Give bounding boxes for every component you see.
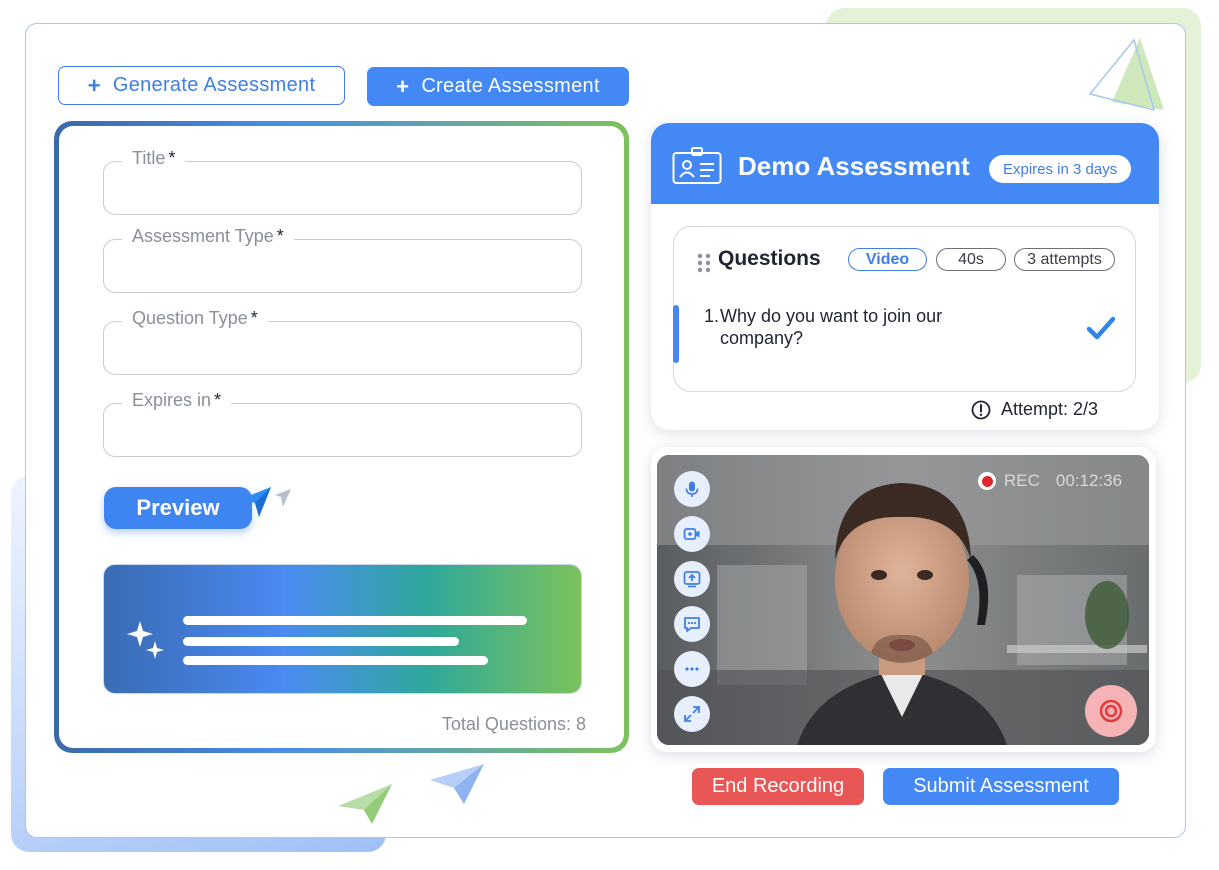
record-button[interactable] [1085, 685, 1137, 737]
paper-plane-icon [430, 764, 484, 804]
generate-assessment-button[interactable]: + Generate Assessment [58, 66, 345, 105]
chat-icon [684, 617, 700, 632]
camera-button[interactable] [674, 516, 710, 552]
placeholder-line [183, 637, 459, 646]
question-text: Why do you want to join our company? [720, 306, 943, 348]
more-icon [685, 667, 699, 671]
sparkle-icon [127, 621, 164, 659]
fullscreen-button[interactable] [674, 696, 710, 732]
share-screen-button[interactable] [674, 561, 710, 597]
video-feed: REC 00:12:36 [657, 455, 1149, 745]
title-field[interactable]: Title * [103, 148, 582, 215]
assessment-form-card: Title * Assessment Type * Question Type * E… [54, 121, 629, 753]
expires-badge: Expires in 3 days [989, 155, 1132, 183]
attempt-text: Attempt: 2/3 [1001, 399, 1099, 419]
expand-icon [684, 706, 700, 722]
duration-badge: 40s [936, 248, 1006, 271]
assessment-header: Demo Assessment Expires in 3 days [651, 123, 1159, 204]
create-assessment-button[interactable]: + Create Assessment [367, 67, 629, 106]
assessment-card: Demo Assessment Expires in 3 days Questi… [651, 123, 1159, 430]
mic-icon [685, 481, 699, 497]
plus-icon: + [87, 72, 101, 98]
active-question-indicator [673, 305, 679, 363]
paper-plane-icon [338, 784, 392, 824]
attempt-counter: Attempt: 2/3 [971, 399, 1098, 420]
plus-icon: + [396, 73, 410, 99]
ai-generate-banner[interactable] [103, 564, 582, 694]
camera-icon [683, 528, 700, 540]
placeholder-line [183, 616, 527, 625]
rec-timer: 00:12:36 [1055, 471, 1123, 490]
rec-label: REC [1004, 471, 1040, 490]
question-type-badge: Video [848, 248, 927, 271]
assessment-type-field-label: Assessment Type * [122, 226, 294, 247]
expires-in-field[interactable]: Expires in * [103, 390, 582, 457]
recording-indicator: REC 00:12:36 [978, 471, 1122, 491]
video-recorder-card: REC 00:12:36 [651, 447, 1156, 752]
preview-button[interactable]: Preview [104, 487, 252, 529]
triangle-decor-icon [1088, 38, 1164, 112]
drag-handle-icon[interactable] [697, 253, 711, 273]
expires-in-field-label: Expires in * [122, 390, 232, 411]
create-assessment-label: Create Assessment [421, 75, 600, 97]
generate-assessment-label: Generate Assessment [112, 74, 316, 96]
questions-panel: Questions Video 40s 3 attempts 1. Why do… [673, 226, 1136, 392]
question-type-field[interactable]: Question Type * [103, 308, 582, 375]
chat-button[interactable] [674, 606, 710, 642]
end-recording-button[interactable]: End Recording [692, 768, 864, 805]
mic-button[interactable] [674, 471, 710, 507]
check-icon [1086, 316, 1116, 340]
assessment-title: Demo Assessment [738, 151, 970, 181]
more-options-button[interactable] [674, 651, 710, 687]
record-dot-icon [978, 472, 996, 490]
alert-circle-icon [971, 400, 991, 419]
question-number: 1. [704, 306, 720, 326]
cursor-icon [241, 487, 291, 517]
assessment-type-field[interactable]: Assessment Type * [103, 226, 582, 293]
question-type-field-label: Question Type * [122, 308, 268, 329]
title-field-label: Title * [122, 148, 186, 169]
attempts-badge: 3 attempts [1014, 248, 1115, 271]
total-questions: Total Questions: 8 [441, 714, 586, 734]
record-target-icon [1099, 699, 1123, 723]
question-item[interactable]: 1. Why do you want to join our company? [704, 305, 1024, 349]
submit-assessment-button[interactable]: Submit Assessment [883, 768, 1119, 805]
placeholder-line [183, 656, 488, 665]
id-card-icon [672, 147, 722, 184]
questions-title: Questions [718, 247, 821, 270]
webcam-person-image [657, 455, 1149, 745]
upload-icon [683, 571, 701, 588]
